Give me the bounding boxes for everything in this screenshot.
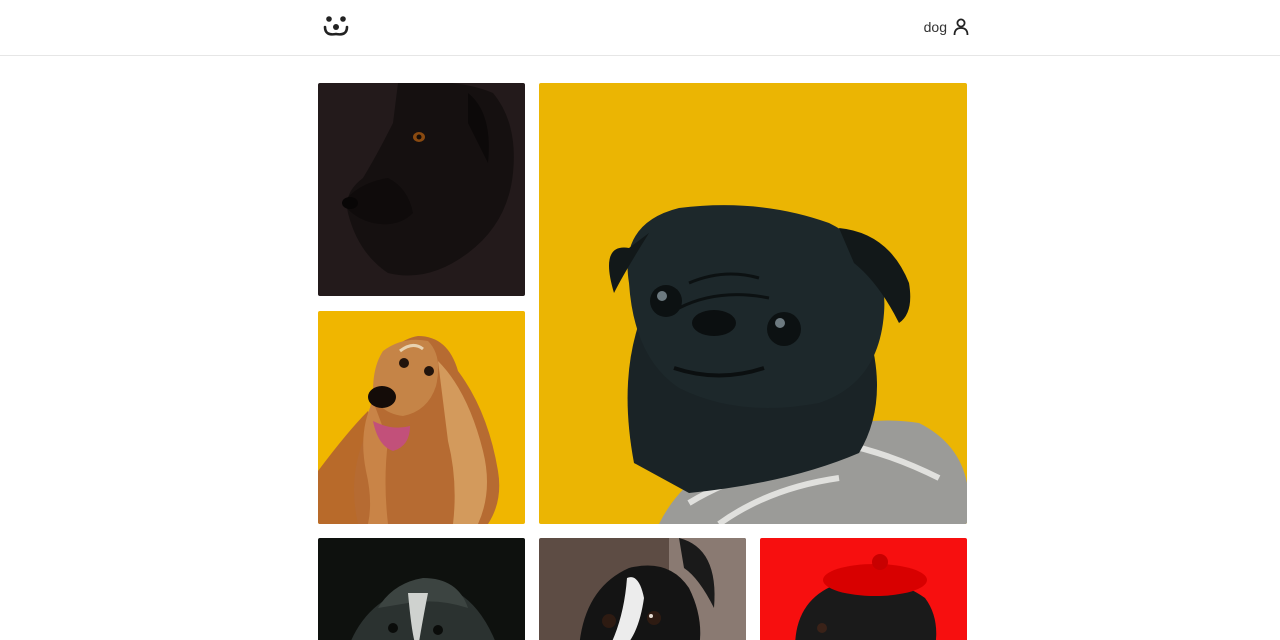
photo-black-dog[interactable] <box>318 83 525 296</box>
photo-boston-terrier[interactable] <box>539 538 746 640</box>
collie-image <box>318 538 525 640</box>
photo-gallery <box>0 0 1280 640</box>
photo-afghan-hound[interactable] <box>318 311 525 524</box>
afghan-hound-image <box>318 311 525 524</box>
boston-terrier-image <box>539 538 746 640</box>
pug-beret-image <box>760 538 967 640</box>
photo-pug-beret[interactable] <box>760 538 967 640</box>
photo-black-pug[interactable] <box>539 83 967 524</box>
pug-image <box>539 83 967 524</box>
photo-collie[interactable] <box>318 538 525 640</box>
black-dog-image <box>318 83 525 296</box>
